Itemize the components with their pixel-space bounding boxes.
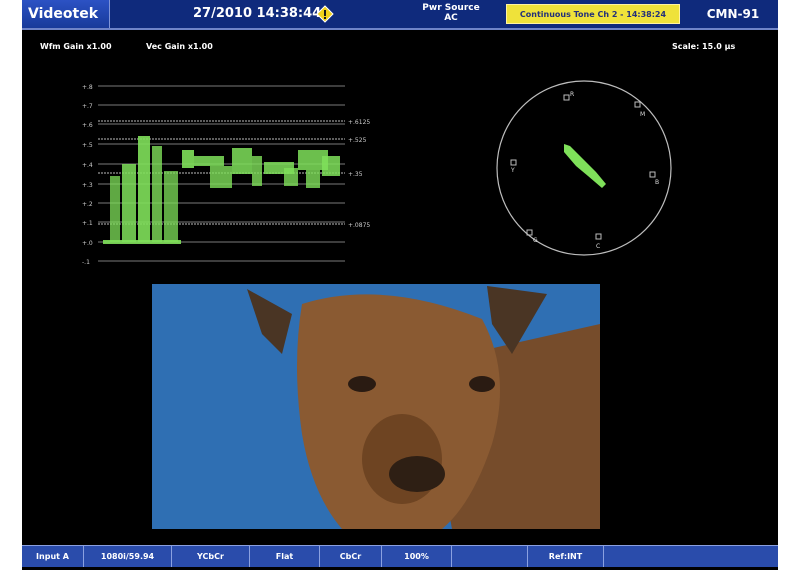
wfm-tick-label: -.1 [82, 259, 90, 266]
vector-mode[interactable]: CbCr [320, 546, 382, 567]
wfm-gain-label: Wfm Gain x1.00 [40, 42, 112, 51]
vectorscope-trace [564, 144, 606, 188]
video-format[interactable]: 1080i/59.94 [84, 546, 172, 567]
vec-gain-label: Vec Gain x1.00 [146, 42, 213, 51]
model-name: CMN-91 [706, 7, 760, 21]
power-source-value: AC [444, 13, 458, 23]
wfm-tick-label: +.4 [82, 162, 93, 169]
status-empty-1 [452, 546, 528, 567]
target-b [649, 171, 656, 178]
wfm-ref-label: +.525 [348, 137, 367, 144]
wfm-tick-label: +.7 [82, 103, 93, 110]
target-label: G [533, 237, 538, 244]
wfm-tick-label: +.3 [82, 182, 93, 189]
video-preview [152, 284, 600, 529]
goat-video-frame [152, 284, 600, 529]
wfm-tick-label: +.2 [82, 201, 93, 208]
waveform-trace [103, 136, 340, 244]
alarm-banner[interactable]: Continuous Tone Ch 2 - 14:38:24 [506, 4, 680, 24]
power-source: Pwr Source AC [416, 3, 486, 23]
status-empty-2 [604, 546, 778, 567]
brand-logo: Videotek [22, 0, 110, 28]
top-bar: Videotek 27/2010 14:38:44 Pwr Source AC … [22, 0, 778, 30]
power-source-label: Pwr Source [422, 3, 480, 13]
warning-icon[interactable] [316, 5, 334, 23]
scale-label: Scale: 15.0 µs [672, 42, 736, 51]
target-y [510, 159, 517, 166]
input-select[interactable]: Input A [22, 546, 84, 567]
wfm-ref-label: +.0875 [348, 222, 370, 229]
wfm-tick-label: +.8 [82, 84, 93, 91]
wfm-tick-label: +.5 [82, 142, 93, 149]
wfm-tick-label: +.0 [82, 240, 93, 247]
target-label: M [640, 111, 645, 118]
date-time: 27/2010 14:38:44 [193, 6, 322, 21]
wfm-ref-label: +.35 [348, 171, 363, 178]
reference-select[interactable]: Ref:INT [528, 546, 604, 567]
wfm-tick-label: +.1 [82, 220, 93, 227]
target-label: C [596, 243, 600, 250]
filter-mode[interactable]: Flat [250, 546, 320, 567]
target-r [563, 94, 570, 101]
target-c [595, 233, 602, 240]
target-label: Y [510, 167, 515, 174]
target-label: B [655, 179, 659, 186]
status-bar: Input A 1080i/59.94 YCbCr Flat CbCr 100%… [22, 545, 778, 567]
vectorscope: R M B C G Y [496, 80, 672, 256]
target-m [634, 101, 641, 108]
gain-percent[interactable]: 100% [382, 546, 452, 567]
waveform-monitor: +.8 +.7 +.6 +.5 +.4 +.3 +.2 +.1 +.0 -.1 … [82, 84, 370, 266]
wfm-ref-label: +.6125 [348, 119, 370, 126]
target-label: R [570, 91, 574, 98]
wfm-tick-label: +.6 [82, 122, 93, 129]
color-space[interactable]: YCbCr [172, 546, 250, 567]
